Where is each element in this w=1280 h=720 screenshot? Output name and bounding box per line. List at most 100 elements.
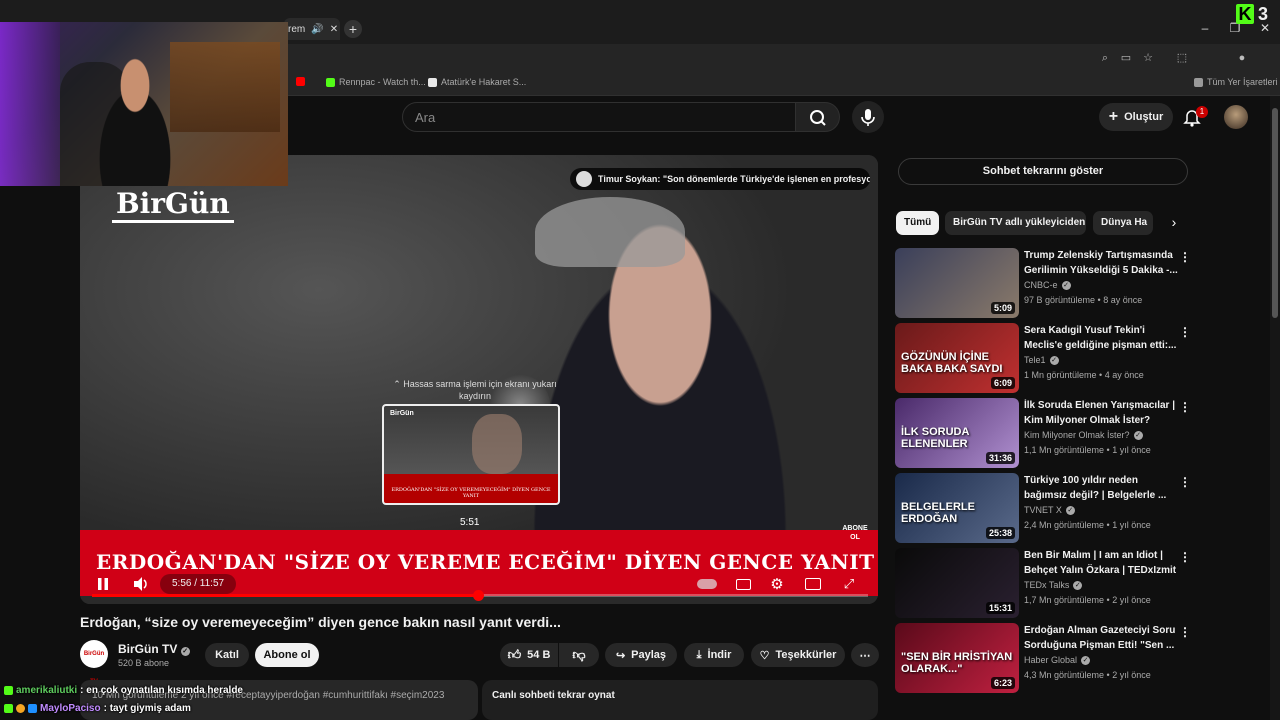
recommended-video[interactable]: İLK SORUDA ELENENLER 31:36 İlk Soruda El…	[895, 398, 1195, 468]
create-button[interactable]: + Oluştur	[1099, 103, 1173, 131]
zoom-icon[interactable]: ⌕	[1099, 52, 1111, 64]
speaker-icon[interactable]: 🔊	[311, 24, 323, 35]
subscribe-button[interactable]: Abone ol	[255, 643, 319, 667]
thumbnail-overlay-text: İLK SORUDA ELENENLER	[901, 426, 970, 450]
video-thumbnail[interactable]: GÖZÜNÜN İÇİNE BAKA BAKA SAYDI 6:09	[895, 323, 1019, 393]
chat-replay-label: Canlı sohbeti tekrar oynat	[492, 690, 615, 701]
miniplayer-button[interactable]	[802, 575, 824, 593]
chevron-right-icon[interactable]: ›	[1166, 214, 1182, 232]
chip-all[interactable]: Tümü	[896, 211, 939, 235]
video-channel[interactable]: Tele1 ✓	[1024, 355, 1059, 365]
video-title[interactable]: Trump Zelenskiy Tartışmasında Gerilimin …	[1024, 248, 1182, 278]
scrollbar-thumb[interactable]	[1272, 108, 1278, 318]
more-vert-icon[interactable]: ⋮	[1179, 550, 1191, 564]
streamer-webcam	[0, 22, 288, 186]
video-channel-name: TEDx Talks	[1024, 580, 1070, 590]
time-display: 5:56 / 11:57	[160, 574, 237, 594]
volume-button[interactable]	[130, 575, 152, 593]
voice-search-button[interactable]	[852, 101, 884, 133]
bookmark-star-icon[interactable]: ☆	[1142, 52, 1154, 64]
video-channel[interactable]: TEDx Talks ✓	[1024, 580, 1083, 590]
show-chat-replay-button[interactable]: Sohbet tekrarını göster	[898, 158, 1188, 185]
more-icon: ⋯	[859, 649, 871, 662]
kick-icon	[326, 77, 335, 87]
video-channel[interactable]: CNBC-e ✓	[1024, 280, 1071, 290]
video-meta: 4,3 Mn görüntüleme • 2 yıl önce	[1024, 670, 1151, 680]
preview-time: 5:51	[460, 517, 480, 528]
video-channel[interactable]: Kim Milyoner Olmak İster? ✓	[1024, 430, 1143, 440]
verified-icon: ✓	[1065, 505, 1075, 515]
browser-tab-active[interactable]: rem 🔊 ✕	[284, 18, 340, 40]
account-avatar[interactable]	[1224, 105, 1248, 129]
bookmark-page[interactable]: Atatürk'e Hakaret S...	[428, 77, 526, 87]
video-thumbnail[interactable]: "SEN BİR HRİSTİYAN OLARAK..." 6:23	[895, 623, 1019, 693]
extensions-icon[interactable]: ⬚	[1176, 52, 1188, 64]
video-duration: 25:38	[985, 527, 1015, 539]
info-card-avatar	[576, 171, 592, 187]
kick-logo-letter: K	[1236, 4, 1254, 24]
create-label: Oluştur	[1124, 111, 1164, 123]
search-input[interactable]: Ara	[402, 102, 796, 132]
webcam-light	[0, 22, 60, 186]
settings-button[interactable]: ⚙	[766, 575, 788, 593]
bookmark-kick[interactable]: Rennpac - Watch th...	[326, 77, 426, 87]
video-title[interactable]: İlk Soruda Elenen Yarışmacılar | Kim Mil…	[1024, 398, 1182, 428]
video-title[interactable]: Ben Bir Malım | I am an Idiot | Behçet Y…	[1024, 548, 1182, 578]
more-vert-icon[interactable]: ⋮	[1179, 325, 1191, 339]
more-vert-icon[interactable]: ⋮	[1179, 250, 1191, 264]
more-vert-icon[interactable]: ⋮	[1179, 625, 1191, 639]
video-thumbnail[interactable]: BELGELERLE ERDOĞAN 25:38	[895, 473, 1019, 543]
subtitles-icon	[735, 578, 751, 590]
badge-icon	[16, 704, 25, 713]
chip-world[interactable]: Dünya Ha	[1093, 211, 1153, 235]
video-channel[interactable]: TVNET X ✓	[1024, 505, 1075, 515]
fullscreen-button[interactable]: ⤢	[838, 575, 860, 593]
preview-logo: BirGün	[390, 410, 414, 417]
video-thumbnail[interactable]: 15:31	[895, 548, 1019, 618]
minimize-button[interactable]: –	[1190, 16, 1220, 40]
channel-watermark: BirGün	[112, 187, 234, 223]
new-tab-button[interactable]: +	[344, 20, 362, 38]
video-duration: 6:23	[990, 677, 1015, 689]
video-channel[interactable]: Haber Global ✓	[1024, 655, 1091, 665]
pause-button[interactable]	[92, 575, 114, 593]
progress-scrubber[interactable]	[473, 590, 484, 601]
more-vert-icon[interactable]: ⋮	[1179, 475, 1191, 489]
chip-from-uploader[interactable]: BirGün TV adlı yükleyiciden	[945, 211, 1086, 235]
more-vert-icon[interactable]: ⋮	[1179, 400, 1191, 414]
video-thumbnail[interactable]: İLK SORUDA ELENENLER 31:36	[895, 398, 1019, 468]
recommended-video[interactable]: 15:31 Ben Bir Malım | I am an Idiot | Be…	[895, 548, 1195, 618]
like-button[interactable]: 👍︎ 54 B	[500, 643, 558, 667]
join-button[interactable]: Katıl	[205, 643, 249, 667]
recommended-video[interactable]: "SEN BİR HRİSTİYAN OLARAK..." 6:23 Erdoğ…	[895, 623, 1195, 693]
info-card[interactable]: Timur Soykan: "Son dönemlerde Türkiye'de…	[570, 168, 870, 190]
channel-avatar[interactable]: BirGün TV	[80, 640, 108, 685]
recommended-video[interactable]: GÖZÜNÜN İÇİNE BAKA BAKA SAYDI 6:09 Sera …	[895, 323, 1195, 393]
all-bookmarks[interactable]: Tüm Yer İşaretleri	[1194, 77, 1278, 87]
search-button[interactable]	[795, 102, 840, 132]
verified-icon: ✓	[1073, 580, 1083, 590]
close-tab-icon[interactable]: ✕	[330, 24, 338, 35]
video-title[interactable]: Erdoğan Alman Gazeteciyi Soru Sorduğuna …	[1024, 623, 1182, 653]
more-actions-button[interactable]: ⋯	[851, 643, 879, 667]
autoplay-toggle[interactable]	[696, 575, 718, 593]
subtitles-button[interactable]	[732, 575, 754, 593]
thanks-button[interactable]: ♡ Teşekkürler	[751, 643, 845, 667]
video-title[interactable]: Sera Kadıgil Yusuf Tekin'i Meclis'e geld…	[1024, 323, 1182, 353]
recommended-video[interactable]: BELGELERLE ERDOĞAN 25:38 Türkiye 100 yıl…	[895, 473, 1195, 543]
subscribe-watermark[interactable]: ABONE OL	[838, 518, 872, 552]
download-button[interactable]: ⤓ İndir	[684, 643, 744, 667]
recommended-video[interactable]: 5:09 Trump Zelenskiy Tartışmasında Geril…	[895, 248, 1195, 318]
video-thumbnail[interactable]: 5:09	[895, 248, 1019, 318]
pause-icon	[98, 578, 108, 590]
share-button[interactable]: ↪ Paylaş	[605, 643, 677, 667]
chat-replay-panel[interactable]: Canlı sohbeti tekrar oynat	[482, 680, 878, 720]
channel-name[interactable]: BirGün TV ✓	[118, 642, 190, 656]
cast-icon[interactable]: ▭	[1120, 52, 1132, 64]
video-title[interactable]: Türkiye 100 yıldır neden bağımsız değil?…	[1024, 473, 1182, 503]
bookmark-youtube[interactable]	[296, 77, 309, 86]
profile-icon[interactable]: ●	[1236, 52, 1248, 64]
thanks-icon: ♡	[759, 649, 770, 662]
dislike-button[interactable]: 👎︎	[559, 643, 599, 667]
verified-icon: ✓	[1133, 430, 1143, 440]
